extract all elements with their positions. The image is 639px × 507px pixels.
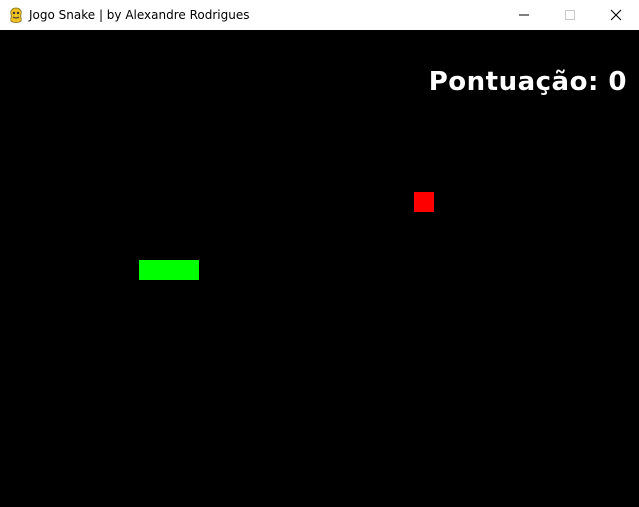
snake-segment [159,260,179,280]
snake-head [179,260,199,280]
close-button[interactable] [593,0,639,30]
maximize-button[interactable] [547,0,593,30]
minimize-icon [519,14,529,16]
title-bar[interactable]: Jogo Snake | by Alexandre Rodrigues [0,0,639,30]
close-icon [610,9,622,21]
snake-segment [139,260,159,280]
pygame-snake-icon [10,7,22,23]
food-apple [414,192,434,212]
game-canvas[interactable]: Pontuação: 0 [0,30,639,507]
maximize-icon [565,10,575,20]
game-window: Jogo Snake | by Alexandre Rodrigues Pont… [0,0,639,507]
minimize-button[interactable] [501,0,547,30]
score-display: Pontuação: 0 [428,67,627,97]
window-title: Jogo Snake | by Alexandre Rodrigues [29,8,250,22]
